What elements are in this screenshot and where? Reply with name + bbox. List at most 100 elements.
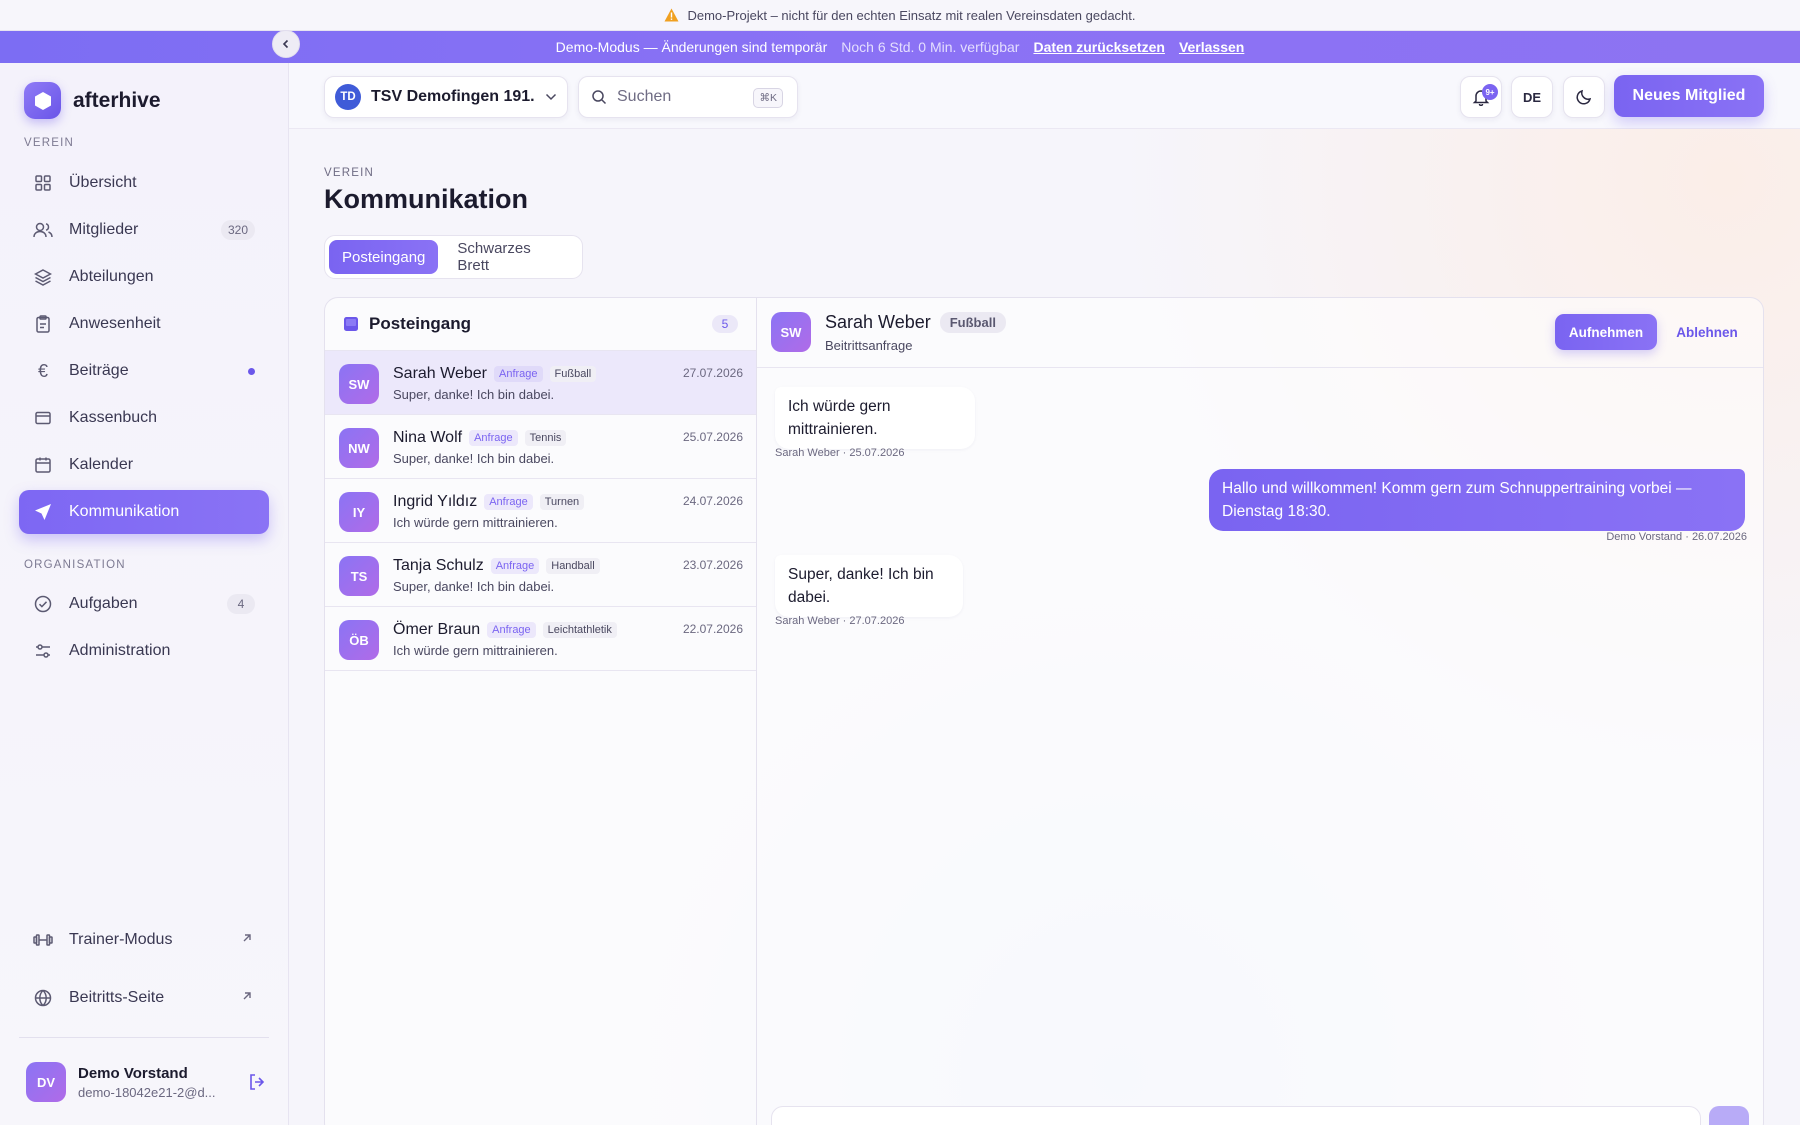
message-meta: Sarah Weber · 27.07.2026 — [775, 615, 905, 627]
message-composer-input[interactable] — [771, 1106, 1701, 1125]
inbox-icon — [343, 316, 359, 332]
user-name: Demo Vorstand — [78, 1064, 188, 1082]
warning-text: Demo-Projekt – nicht für den echten Eins… — [687, 7, 1136, 23]
sidebar-item-administration[interactable]: Administration — [19, 629, 269, 673]
sidebar-item-label: Kommunikation — [69, 503, 180, 520]
globe-icon — [33, 988, 53, 1008]
department-tag: Leichtathletik — [542, 622, 617, 638]
request-tag: Anfrage — [469, 430, 518, 446]
inbox-row[interactable]: NW Nina Wolf Anfrage Tennis Super, danke… — [325, 415, 756, 479]
accept-button[interactable]: Aufnehmen — [1555, 314, 1657, 350]
sidebar-item-tasks[interactable]: Aufgaben 4 — [19, 582, 269, 626]
leave-demo-link[interactable]: Verlassen — [1179, 39, 1244, 55]
sidebar-item-overview[interactable]: Übersicht — [19, 161, 269, 205]
brand[interactable]: afterhive — [24, 82, 161, 119]
tab-inbox[interactable]: Posteingang — [329, 240, 439, 274]
sender-name: Sarah Weber — [393, 365, 487, 382]
message-meta: Sarah Weber · 25.07.2026 — [775, 447, 905, 459]
sidebar-item-fees[interactable]: € Beiträge — [19, 349, 269, 393]
language-button[interactable]: DE — [1511, 76, 1553, 118]
inbox-count-badge: 5 — [712, 315, 738, 333]
send-icon — [33, 502, 53, 522]
section-label-club: VEREIN — [24, 137, 75, 149]
message-date: 25.07.2026 — [682, 430, 743, 444]
moon-icon — [1575, 88, 1593, 106]
sidebar-item-label: Aufgaben — [69, 595, 138, 612]
message-bubble-incoming: Ich würde gern mittrainieren. — [775, 387, 975, 449]
message-preview: Ich würde gern mittrainieren. — [393, 643, 558, 658]
reset-data-link[interactable]: Daten zurücksetzen — [1033, 39, 1164, 55]
avatar: IY — [339, 492, 379, 532]
request-tag: Anfrage — [484, 494, 533, 510]
sidebar-item-attendance[interactable]: Anwesenheit — [19, 302, 269, 346]
external-link-icon — [241, 932, 253, 944]
contact-name: Sarah Weber — [825, 312, 931, 332]
search-input[interactable] — [617, 88, 737, 106]
inbox-row[interactable]: SW Sarah Weber Anfrage Fußball Super, da… — [325, 351, 756, 415]
topbar: TD TSV Demofingen 191... ⌘K 9+ DE Neues … — [289, 63, 1800, 129]
inbox-row[interactable]: ÖB Ömer Braun Anfrage Leichtathletik Ich… — [325, 607, 756, 671]
notification-count-badge: 9+ — [1482, 84, 1498, 100]
chevron-left-icon — [281, 39, 291, 49]
members-count-badge: 320 — [220, 220, 255, 240]
sidebar-item-label: Mitglieder — [69, 221, 139, 238]
page-eyebrow: VEREIN — [324, 167, 375, 179]
collapse-sidebar-button[interactable] — [272, 30, 300, 58]
avatar: SW — [339, 364, 379, 404]
sidebar-item-trainer-mode[interactable]: Trainer-Modus — [19, 918, 269, 962]
decline-button[interactable]: Ablehnen — [1667, 314, 1747, 350]
sidebar-item-members[interactable]: Mitglieder 320 — [19, 208, 269, 252]
dark-mode-toggle[interactable] — [1563, 76, 1605, 118]
wallet-icon — [33, 408, 53, 428]
department-tag: Fußball — [939, 312, 1006, 333]
calendar-icon — [33, 455, 53, 475]
department-tag: Tennis — [524, 430, 567, 446]
brand-name: afterhive — [73, 88, 161, 112]
notifications-button[interactable]: 9+ — [1460, 76, 1502, 118]
demo-mode-banner: Demo-Modus — Änderungen sind temporär No… — [0, 31, 1800, 63]
sidebar-item-join-page[interactable]: Beitritts-Seite — [19, 976, 269, 1020]
sidebar-item-departments[interactable]: Abteilungen — [19, 255, 269, 299]
department-tag: Fußball — [549, 366, 597, 382]
sender-name: Nina Wolf — [393, 429, 463, 446]
search-box[interactable]: ⌘K — [578, 76, 798, 118]
conversation-view: SW Sarah Weber Fußball Beitrittsanfrage … — [757, 298, 1763, 1125]
tab-bulletin-board[interactable]: Schwarzes Brett — [444, 240, 578, 274]
chevron-down-icon — [545, 93, 557, 101]
message-bubble-incoming: Super, danke! Ich bin dabei. — [775, 555, 963, 617]
page-title: Kommunikation — [324, 184, 529, 214]
sidebar-item-calendar[interactable]: Kalender — [19, 443, 269, 487]
avatar: NW — [339, 428, 379, 468]
check-circle-icon — [33, 594, 53, 614]
message-preview: Super, danke! Ich bin dabei. — [393, 579, 555, 594]
logout-icon[interactable] — [248, 1073, 266, 1091]
sidebar-item-communication[interactable]: Kommunikation — [19, 490, 269, 534]
club-selector[interactable]: TD TSV Demofingen 191... — [324, 76, 568, 118]
new-member-button[interactable]: Neues Mitglied — [1614, 75, 1764, 117]
sender-name: Tanja Schulz — [393, 557, 484, 574]
grid-icon — [33, 173, 53, 193]
sidebar-divider — [19, 1037, 269, 1038]
sender-name: Ingrid Yıldız — [393, 493, 478, 510]
club-avatar: TD — [335, 84, 361, 110]
sidebar-item-label: Beiträge — [69, 362, 129, 379]
inbox-row[interactable]: IY Ingrid Yıldız Anfrage Turnen Ich würd… — [325, 479, 756, 543]
avatar: TS — [339, 556, 379, 596]
inbox-row[interactable]: TS Tanja Schulz Anfrage Handball Super, … — [325, 543, 756, 607]
users-icon — [33, 220, 53, 240]
request-tag: Anfrage — [487, 622, 536, 638]
message-date: 22.07.2026 — [682, 622, 743, 636]
message-preview: Super, danke! Ich bin dabei. — [393, 451, 555, 466]
sidebar-item-label: Trainer-Modus — [69, 931, 173, 948]
layers-icon — [33, 267, 53, 287]
sidebar: afterhive VEREIN Übersicht Mitglieder 32… — [0, 63, 289, 1125]
conversation-header: SW Sarah Weber Fußball Beitrittsanfrage … — [757, 298, 1763, 368]
clipboard-icon — [33, 314, 53, 334]
send-message-button[interactable] — [1709, 1106, 1749, 1125]
inbox-list: Posteingang 5 SW Sarah Weber Anfrage Fuß… — [325, 298, 757, 1125]
search-icon — [591, 89, 607, 105]
message-date: 24.07.2026 — [682, 494, 743, 508]
sidebar-item-cashbook[interactable]: Kassenbuch — [19, 396, 269, 440]
user-profile[interactable]: DV Demo Vorstand demo-18042e21-2@d... — [26, 1058, 266, 1106]
sender-name: Ömer Braun — [393, 621, 481, 638]
